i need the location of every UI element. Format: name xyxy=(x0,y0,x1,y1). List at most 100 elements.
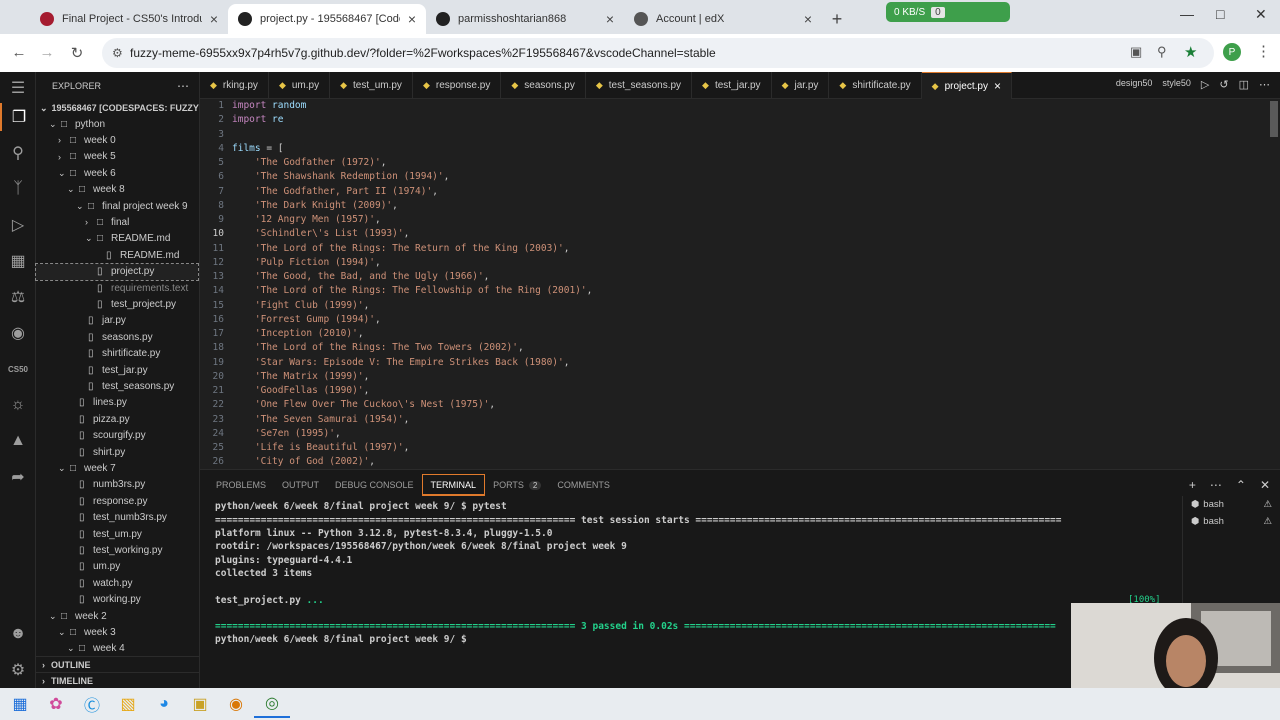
chrome-icon[interactable]: ◎ xyxy=(254,690,290,718)
testing-icon[interactable]: ⚖ xyxy=(0,283,36,311)
file-explorer-icon[interactable]: ▧ xyxy=(110,690,146,718)
tree-folder[interactable]: › □ final xyxy=(36,214,198,230)
duck-icon[interactable]: ☼ xyxy=(0,391,36,419)
tree-file[interactable]: ▯ test_seasons.py xyxy=(36,378,198,394)
browser-menu-icon[interactable]: ⋮ xyxy=(1256,42,1271,60)
editor-tab[interactable]: ◆ um.py xyxy=(269,72,331,99)
tree-file[interactable]: ▯ jar.py xyxy=(36,313,198,329)
profile-avatar[interactable]: P xyxy=(1223,43,1241,61)
cs50-icon[interactable]: CS50 xyxy=(0,355,36,383)
forward-icon[interactable]: → xyxy=(32,44,62,61)
outline-section[interactable]: › OUTLINE xyxy=(36,656,199,672)
tree-file[interactable]: ▯ project.py xyxy=(35,262,199,281)
zoom-icon[interactable]: ⚲ xyxy=(1157,44,1167,60)
tree-file[interactable]: ▯ shirt.py xyxy=(36,444,198,460)
tree-folder[interactable]: ⌄ □ week 3 xyxy=(36,624,198,640)
share-icon[interactable]: ➦ xyxy=(0,463,36,491)
tree-folder[interactable]: ⌄ □ week 7 xyxy=(36,460,198,476)
maximize-icon[interactable]: □ xyxy=(1216,6,1224,22)
reload-icon[interactable]: ↻ xyxy=(62,44,92,62)
workspace-root[interactable]: ⌄ 195568467 [CODESPACES: FUZZY M... xyxy=(36,100,216,116)
more-actions-icon[interactable]: ⋯ xyxy=(1259,78,1270,91)
explorer-more-icon[interactable]: ⋯ xyxy=(177,79,189,93)
tree-file[interactable]: ▯ shirtificate.py xyxy=(36,346,198,362)
skype-icon[interactable]: Ⓒ xyxy=(74,690,110,718)
tree-file[interactable]: ▯ watch.py xyxy=(36,575,198,591)
browser-tab[interactable]: project.py - 195568467 [Codesp × xyxy=(228,4,426,34)
tree-file[interactable]: ▯ numb3rs.py xyxy=(36,477,198,493)
design50-button[interactable]: design50 xyxy=(1116,78,1153,91)
copilot-icon[interactable]: ✿ xyxy=(38,690,74,718)
close-tab-icon[interactable]: × xyxy=(408,11,416,27)
editor-tab[interactable]: ◆ test_jar.py xyxy=(692,72,772,99)
settings-gear-icon[interactable]: ⚙ xyxy=(0,656,36,684)
tree-file[interactable]: ▯ requirements.text xyxy=(36,280,198,296)
tree-file[interactable]: ▯ test_jar.py xyxy=(36,362,198,378)
timeline-section[interactable]: › TIMELINE xyxy=(36,672,199,688)
minimize-icon[interactable]: — xyxy=(1180,6,1194,22)
source-control-icon[interactable]: ᛉ xyxy=(0,175,36,203)
explorer-icon[interactable]: ❐ xyxy=(0,103,36,131)
panel-tab[interactable]: COMMENTS xyxy=(549,474,618,496)
editor-tab[interactable]: ◆ project.py × xyxy=(921,72,1012,99)
windows-start-icon[interactable]: ▦ xyxy=(2,690,38,718)
terminal-instance[interactable]: ⬢ bash ⚠ xyxy=(1183,496,1280,513)
app-icon[interactable]: ▣ xyxy=(182,690,218,718)
recorder-icon[interactable]: ◉ xyxy=(218,690,254,718)
tree-folder[interactable]: › □ week 0 xyxy=(36,132,198,148)
tree-folder[interactable]: ⌄ □ final project week 9 xyxy=(36,198,198,214)
install-app-icon[interactable]: ▣ xyxy=(1130,44,1142,60)
tree-folder[interactable]: ⌄ □ week 6 xyxy=(36,165,198,181)
tree-file[interactable]: ▯ scourgify.py xyxy=(36,428,198,444)
search-icon[interactable]: ⚲ xyxy=(0,139,36,167)
tree-file[interactable]: ▯ test_numb3rs.py xyxy=(36,510,198,526)
style50-button[interactable]: style50 xyxy=(1162,78,1191,91)
url-bar[interactable]: ⚙ fuzzy-meme-6955xx9x7p4rh5v7g.github.de… xyxy=(102,38,1214,68)
editor-tab[interactable]: ◆ seasons.py xyxy=(501,72,586,99)
tree-file[interactable]: ▯ um.py xyxy=(36,559,198,575)
panel-tab[interactable]: PROBLEMS xyxy=(208,474,274,496)
browser-tab[interactable]: parmisshoshtarian868 × xyxy=(426,4,624,34)
tree-folder[interactable]: › □ week 5 xyxy=(36,149,198,165)
maximize-panel-icon[interactable]: ⌃ xyxy=(1236,478,1246,492)
edge-icon[interactable]: ◕ xyxy=(146,690,182,718)
panel-tab[interactable]: PORTS 2 xyxy=(485,474,549,496)
panel-tab[interactable]: DEBUG CONSOLE xyxy=(327,474,422,496)
editor-tab[interactable]: ◆ jar.py xyxy=(772,72,830,99)
close-tab-icon[interactable]: × xyxy=(994,79,1001,93)
compare-icon[interactable]: ↺ xyxy=(1219,78,1228,91)
browser-tab[interactable]: Final Project - CS50's Introducti × xyxy=(30,4,228,34)
tree-file[interactable]: ▯ test_project.py xyxy=(36,296,198,312)
menu-icon[interactable]: ☰ xyxy=(0,74,36,102)
tree-folder[interactable]: ⌄ □ week 8 xyxy=(36,182,198,198)
close-tab-icon[interactable]: × xyxy=(804,11,812,27)
accounts-icon[interactable]: ☻ xyxy=(0,620,36,648)
new-tab-button[interactable]: + xyxy=(822,4,852,34)
editor-tab[interactable]: ◆ test_seasons.py xyxy=(586,72,693,99)
tree-file[interactable]: ▯ seasons.py xyxy=(36,329,198,345)
editor-tab[interactable]: ◆ response.py xyxy=(413,72,502,99)
github-icon[interactable]: ◉ xyxy=(0,319,36,347)
editor-scrollbar[interactable] xyxy=(1270,101,1278,137)
editor-tab[interactable]: ◆ test_um.py xyxy=(330,72,413,99)
close-tab-icon[interactable]: × xyxy=(210,11,218,27)
site-info-icon[interactable]: ⚙ xyxy=(112,46,123,60)
tree-file[interactable]: ▯ README.md xyxy=(36,247,198,263)
tree-folder[interactable]: ⌄ □ README.md xyxy=(36,231,198,247)
terminal-output[interactable]: python/week 6/week 8/final project week … xyxy=(215,500,1175,685)
bookmark-star-icon[interactable]: ★ xyxy=(1184,43,1197,61)
tree-file[interactable]: ▯ pizza.py xyxy=(36,411,198,427)
browser-tab[interactable]: Account | edX × xyxy=(624,4,822,34)
tree-file[interactable]: ▯ test_um.py xyxy=(36,526,198,542)
split-editor-icon[interactable]: ◫ xyxy=(1239,78,1249,91)
close-panel-icon[interactable]: ✕ xyxy=(1260,478,1270,492)
panel-tab[interactable]: OUTPUT xyxy=(274,474,327,496)
close-window-icon[interactable]: ✕ xyxy=(1255,6,1267,23)
back-icon[interactable]: ← xyxy=(4,44,34,61)
terminal-instance[interactable]: ⬢ bash ⚠ xyxy=(1183,513,1280,530)
close-tab-icon[interactable]: × xyxy=(606,11,614,27)
tree-file[interactable]: ▯ response.py xyxy=(36,493,198,509)
new-terminal-icon[interactable]: + xyxy=(1189,478,1196,492)
more-icon[interactable]: ⋯ xyxy=(1210,478,1222,492)
run-icon[interactable]: ▷ xyxy=(1201,78,1209,91)
